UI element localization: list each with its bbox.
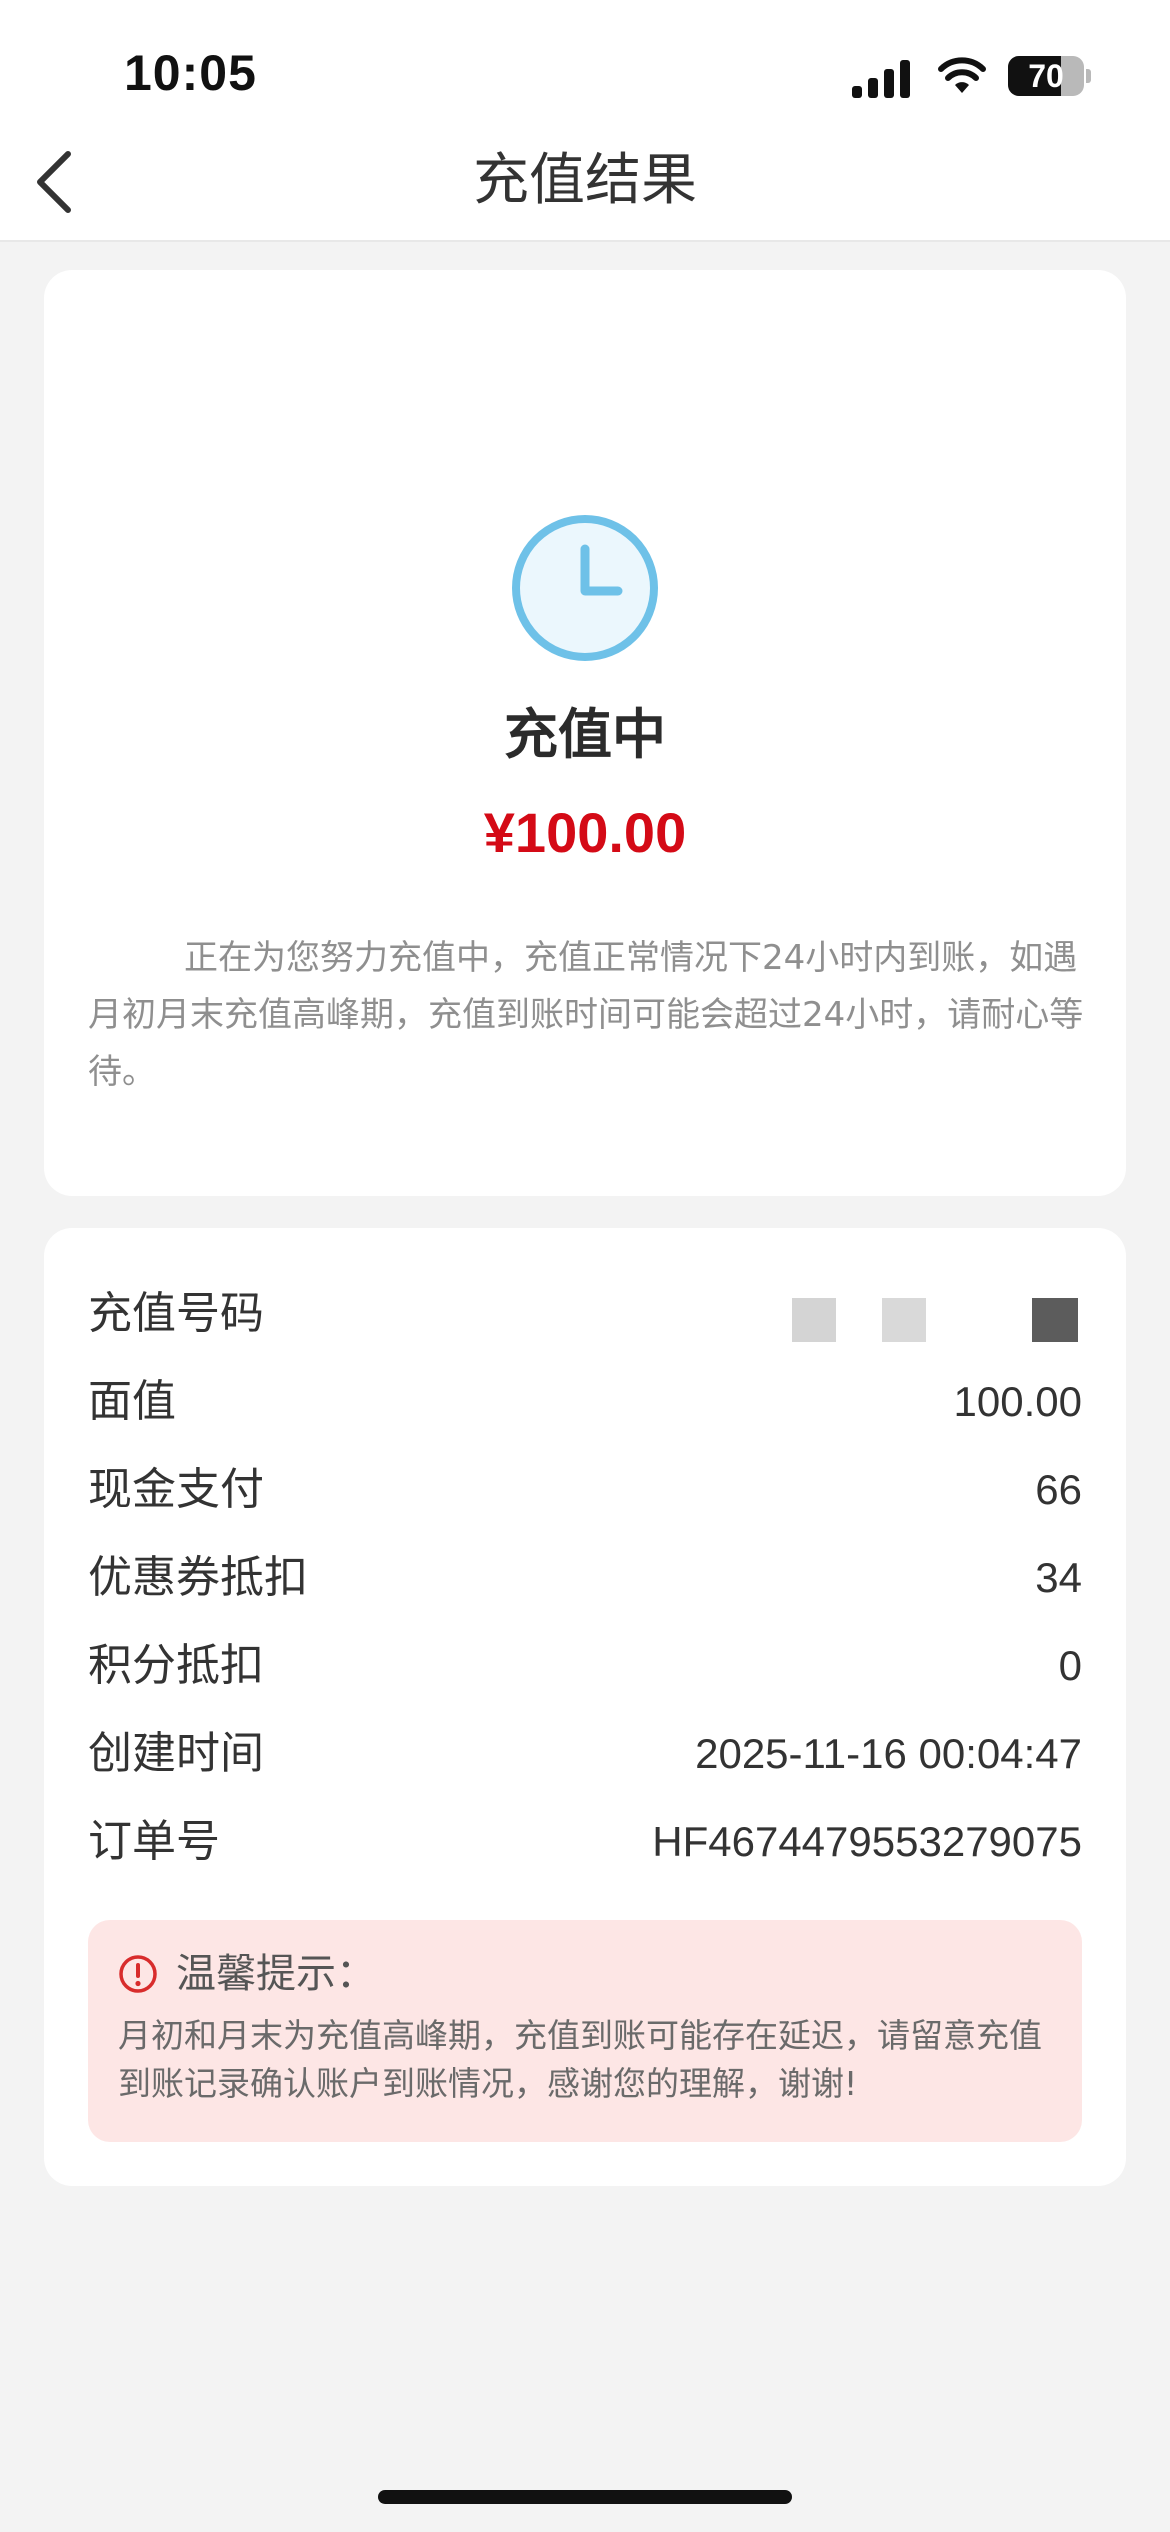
detail-value: 34 xyxy=(1035,1554,1082,1601)
order-details-card: 充值号码 面值 100.00 现金支付 66 优惠券抵扣 34 积分抵扣 0 创… xyxy=(44,1228,1126,2186)
detail-row-order-number: 订单号 HF4674479553279075 xyxy=(88,1798,1082,1886)
wifi-icon xyxy=(938,57,986,93)
detail-row-cash-payment: 现金支付 66 xyxy=(88,1446,1082,1534)
tip-text: 月初和月末为充值高峰期，充值到账可能存在延迟，请留意充值到账记录确认账户到账情况… xyxy=(118,2016,1042,2103)
status-time: 10:05 xyxy=(124,45,257,101)
detail-label: 现金支付 xyxy=(88,1464,264,1515)
detail-value: 100.00 xyxy=(953,1378,1082,1425)
detail-row-created-time: 创建时间 2025-11-16 00:04:47 xyxy=(88,1710,1082,1798)
recharge-status: 充值中 xyxy=(504,703,666,766)
signal-icon xyxy=(852,60,910,98)
warm-tip-box: 温馨提示： 月初和月末为充值高峰期，充值到账可能存在延迟，请留意充值到账记录确认… xyxy=(88,1920,1082,2142)
detail-label: 创建时间 xyxy=(88,1728,264,1779)
detail-label: 充值号码 xyxy=(88,1288,264,1339)
tip-title: 温馨提示： xyxy=(176,1951,376,1997)
alert-circle-icon xyxy=(119,1955,157,1993)
status-notice: 正在为您努力充值中，充值正常情况下24小时内到账，如遇月初月末充值高峰期，充值到… xyxy=(88,938,1084,1092)
recharge-amount: ¥100.00 xyxy=(483,801,687,864)
battery-level: 70 xyxy=(1028,58,1064,94)
detail-label: 订单号 xyxy=(88,1816,220,1867)
nav-bar: 充值结果 xyxy=(0,120,1170,242)
detail-label: 积分抵扣 xyxy=(88,1640,264,1691)
detail-value: 2025-11-16 00:04:47 xyxy=(695,1730,1082,1777)
detail-row-phone: 充值号码 xyxy=(88,1270,1082,1358)
battery-icon: 70 xyxy=(1008,56,1091,96)
recharge-status-card: 充值中 ¥100.00 正在为您努力充值中，充值正常情况下24小时内到账，如遇月… xyxy=(44,270,1126,1196)
detail-value: 0 xyxy=(1058,1642,1082,1689)
detail-row-points-deduction: 积分抵扣 0 xyxy=(88,1622,1082,1710)
page-title: 充值结果 xyxy=(473,148,697,213)
detail-label: 优惠券抵扣 xyxy=(88,1552,308,1603)
detail-value: 66 xyxy=(1035,1466,1082,1513)
detail-row-coupon-deduction: 优惠券抵扣 34 xyxy=(88,1534,1082,1622)
masked-phone-number xyxy=(792,1288,1082,1342)
detail-row-face-value: 面值 100.00 xyxy=(88,1358,1082,1446)
detail-label: 面值 xyxy=(88,1376,176,1427)
clock-icon xyxy=(512,515,658,661)
detail-value[interactable]: HF4674479553279075 xyxy=(652,1798,1082,1886)
home-indicator[interactable] xyxy=(378,2490,792,2504)
